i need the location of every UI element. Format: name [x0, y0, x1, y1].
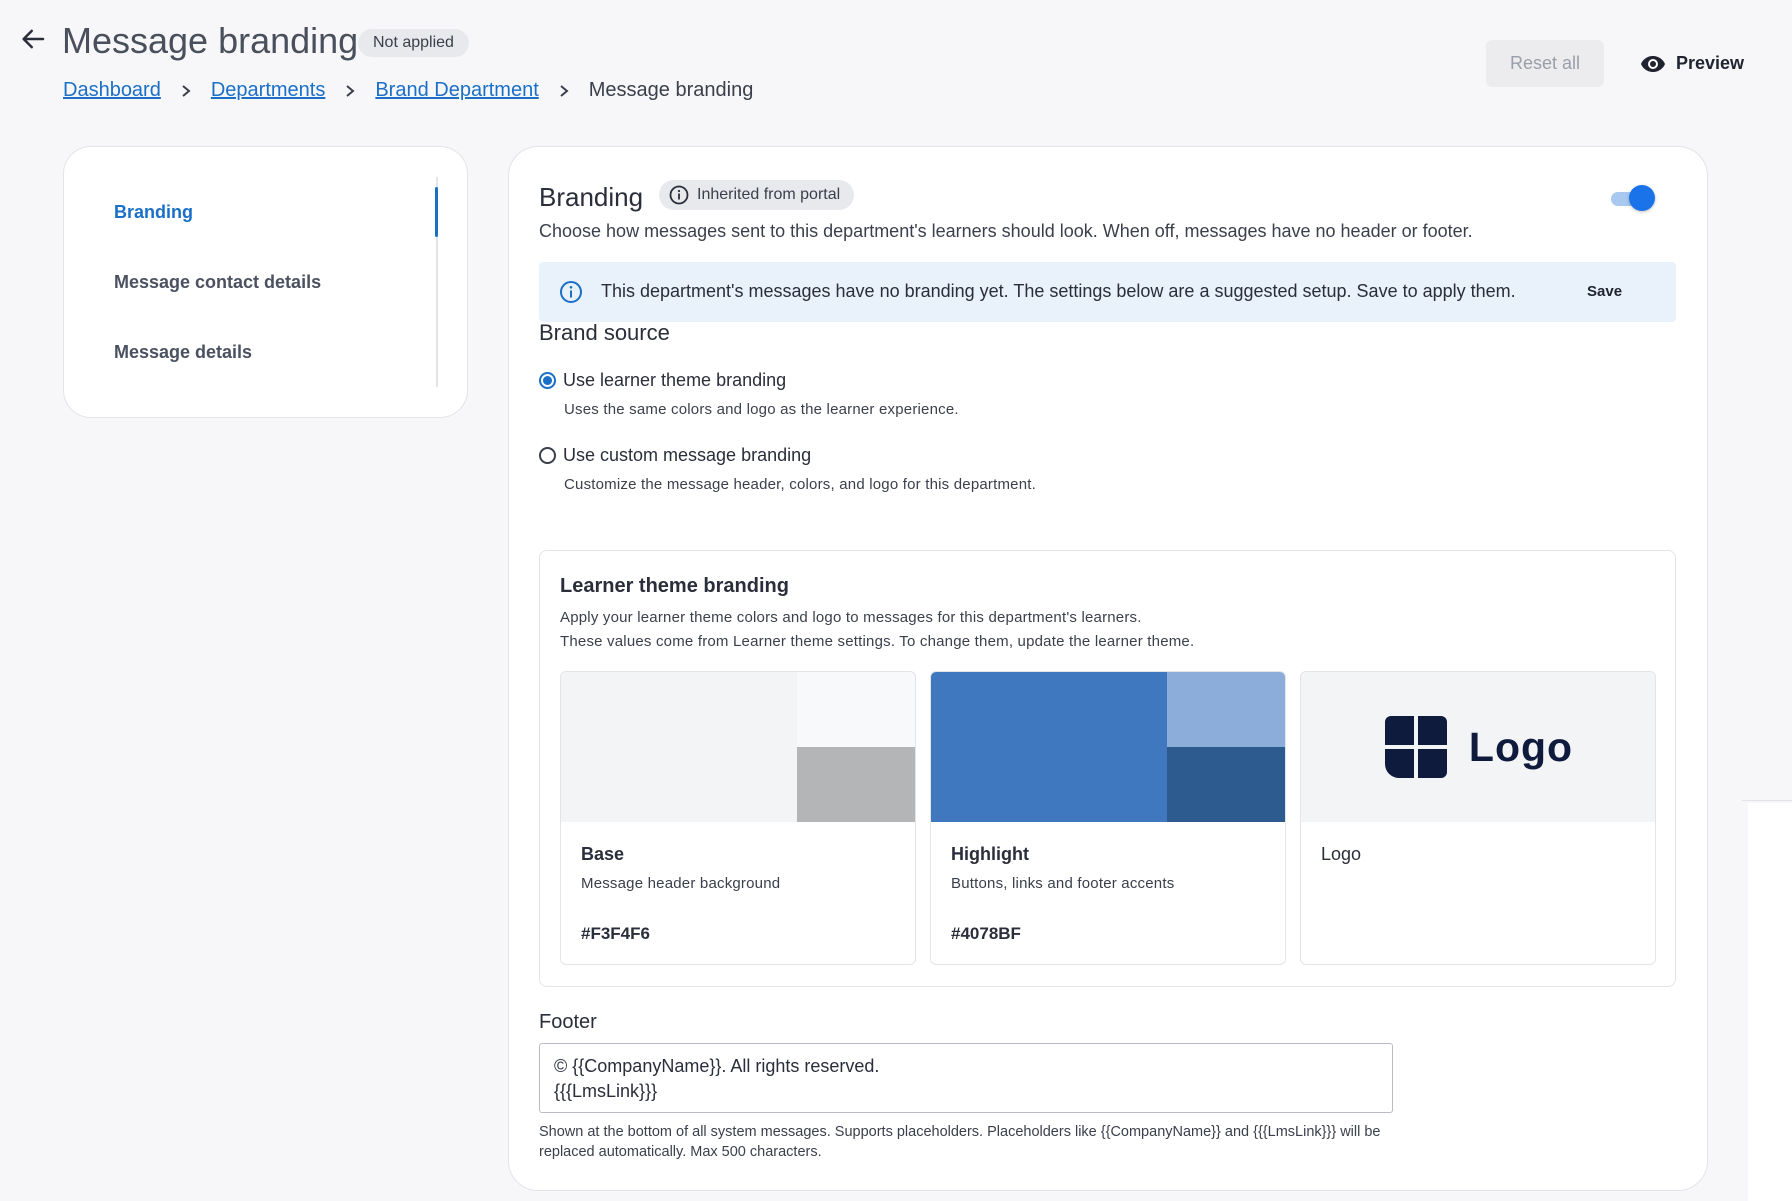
breadcrumb-dashboard-link[interactable]: Dashboard: [63, 79, 161, 102]
inherited-badge: Inherited from portal: [659, 180, 855, 210]
highlight-swatch: [931, 672, 1285, 822]
radio-label: Use custom message branding: [563, 445, 812, 465]
learner-theme-description: Apply your learner theme colors and logo…: [560, 609, 1142, 626]
highlight-dark-swatch: [1167, 747, 1285, 822]
swatch-hex: #4078BF: [951, 924, 1021, 943]
radio-unselected-icon[interactable]: [539, 447, 556, 464]
swatch-subtitle: Buttons, links and footer accents: [951, 875, 1175, 892]
arrow-left-icon: [22, 29, 45, 49]
logo-wordmark: Logo: [1468, 723, 1574, 770]
highlight-main-swatch: [931, 672, 1167, 822]
radio-learner-theme[interactable]: Use learner theme branding: [539, 370, 786, 391]
reset-all-button[interactable]: Reset all: [1486, 40, 1604, 87]
swatch-name: Logo: [1321, 844, 1362, 864]
chevron-right-icon: [180, 84, 192, 98]
side-panel-edge: [1748, 803, 1792, 1201]
branding-description: Choose how messages sent to this departm…: [539, 221, 1473, 241]
base-swatch: [561, 672, 915, 822]
swatch-subtitle: Message header background: [581, 875, 781, 892]
learner-theme-description: These values come from Learner theme set…: [560, 633, 1195, 650]
footer-label: Footer: [539, 1011, 597, 1033]
branding-title: Branding: [539, 182, 644, 212]
base-color-card: Base Message header background #F3F4F6: [560, 671, 916, 965]
info-icon: [560, 281, 582, 303]
breadcrumb-current: Message branding: [588, 79, 754, 101]
section-nav: Branding Message contact details Message…: [63, 146, 468, 418]
radio-custom-branding[interactable]: Use custom message branding: [539, 445, 811, 466]
info-banner: This department's messages have no brand…: [539, 262, 1676, 322]
eye-icon: [1641, 55, 1665, 72]
inherited-label: Inherited from portal: [697, 186, 841, 203]
chevron-right-icon: [558, 84, 570, 98]
back-button[interactable]: [18, 24, 48, 54]
swatch-hex: #F3F4F6: [581, 924, 650, 943]
logo-mark-icon: [1384, 716, 1447, 778]
branding-card: Branding Inherited from portal Choose ho…: [508, 146, 1708, 1191]
preview-label: Preview: [1676, 53, 1745, 73]
base-dark-swatch: [797, 747, 915, 822]
nav-active-indicator: [435, 187, 438, 237]
radio-description: Uses the same colors and logo as the lea…: [564, 401, 959, 418]
breadcrumb: Dashboard Departments Brand Department M…: [63, 79, 753, 102]
logo-preview: Logo: [1301, 672, 1655, 822]
info-icon: [669, 185, 689, 205]
banner-message: This department's messages have no brand…: [601, 281, 1516, 301]
highlight-color-card: Highlight Buttons, links and footer acce…: [930, 671, 1286, 965]
preview-button[interactable]: Preview: [1640, 40, 1744, 87]
radio-selected-icon[interactable]: [539, 372, 556, 389]
swatch-name: Highlight: [951, 844, 1029, 864]
nav-item-message-contact-details[interactable]: Message contact details: [114, 272, 321, 293]
base-light-swatch: [797, 672, 915, 747]
base-main-swatch: [561, 672, 797, 822]
breadcrumb-brand-department-link[interactable]: Brand Department: [375, 79, 538, 102]
footer-textarea[interactable]: © {{CompanyName}}. All rights reserved. …: [539, 1043, 1393, 1113]
nav-item-message-details[interactable]: Message details: [114, 342, 252, 363]
banner-save-button[interactable]: Save: [1587, 283, 1622, 300]
breadcrumb-departments-link[interactable]: Departments: [211, 79, 326, 102]
footer-help-text: Shown at the bottom of all system messag…: [539, 1124, 1381, 1160]
learner-theme-box: Learner theme branding Apply your learne…: [539, 550, 1676, 987]
nav-item-branding[interactable]: Branding: [114, 202, 193, 223]
status-badge: Not applied: [358, 29, 469, 57]
highlight-light-swatch: [1167, 672, 1285, 747]
logo-card: Logo Logo: [1300, 671, 1656, 965]
brand-source-title: Brand source: [539, 320, 670, 345]
edge-divider: [1742, 800, 1792, 801]
swatch-name: Base: [581, 844, 625, 864]
chevron-right-icon: [344, 84, 356, 98]
branding-toggle[interactable]: [1609, 185, 1655, 211]
radio-label: Use learner theme branding: [563, 370, 787, 390]
toggle-thumb: [1629, 185, 1655, 211]
page-title: Message branding: [62, 20, 359, 61]
learner-theme-title: Learner theme branding: [560, 575, 789, 597]
radio-description: Customize the message header, colors, an…: [564, 476, 1036, 493]
